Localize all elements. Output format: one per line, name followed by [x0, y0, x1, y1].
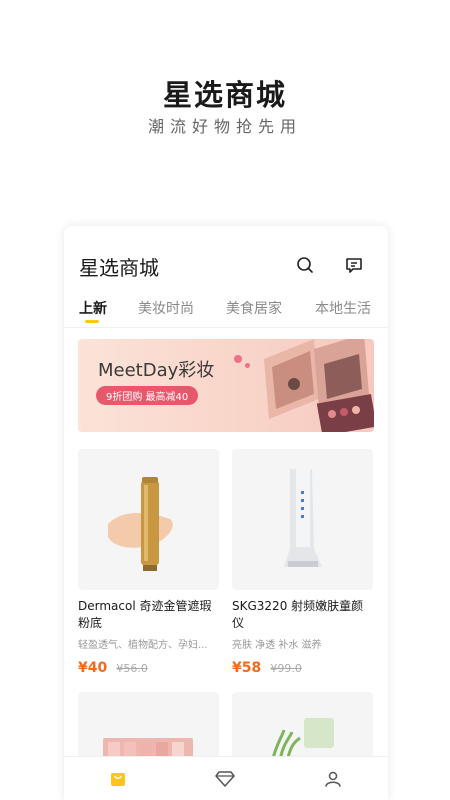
tab-local-life[interactable]: 本地生活: [315, 298, 371, 318]
tab-new[interactable]: 上新: [79, 298, 107, 318]
message-icon[interactable]: [343, 254, 365, 276]
bottom-nav: [64, 756, 388, 800]
product-card[interactable]: Dermacol 奇迹金管遮瑕粉底 轻盈透气、植物配方、孕妇... ¥40 ¥5…: [78, 449, 219, 676]
product-image: [78, 449, 219, 590]
original-price: ¥99.0: [270, 662, 302, 675]
search-icon[interactable]: [294, 254, 316, 276]
banner-brand: MeetDay彩妆: [98, 360, 215, 381]
app-title: 星选商城: [79, 256, 159, 280]
product-name: Dermacol 奇迹金管遮瑕粉底: [78, 599, 212, 630]
product-price: ¥58: [232, 660, 262, 676]
banner-decor-dot: [234, 355, 242, 363]
tab-food-home[interactable]: 美食居家: [226, 298, 282, 318]
promo-header: 星选商城 潮流好物抢先用: [0, 0, 450, 215]
product-image: [232, 449, 373, 590]
price-row: ¥58 ¥99.0: [232, 657, 373, 676]
product-card[interactable]: SKG3220 射频嫩肤童颜仪 亮肤 净透 补水 滋养 ¥58 ¥99.0: [232, 449, 373, 676]
promo-subtitle: 潮流好物抢先用: [147, 117, 302, 136]
app-screen: 星选商城 上新 美妆时尚 美食居家 本地生活 MeetDay彩妆 9折团购 最高…: [64, 226, 388, 800]
category-tabs: 上新 美妆时尚 美食居家 本地生活: [64, 298, 388, 328]
promo-banner[interactable]: MeetDay彩妆 9折团购 最高减40: [78, 339, 374, 432]
product-tags: 轻盈透气、植物配方、孕妇...: [78, 640, 208, 651]
tab-beauty-fashion[interactable]: 美妆时尚: [138, 298, 194, 318]
cosmetics-image: [264, 339, 374, 432]
price-row: ¥40 ¥56.0: [78, 657, 219, 676]
bag-icon[interactable]: [107, 768, 129, 790]
original-price: ¥56.0: [116, 662, 148, 675]
user-icon[interactable]: [322, 768, 344, 790]
promo-title: 星选商城: [154, 72, 295, 114]
product-price: ¥40: [78, 660, 108, 676]
banner-pagination: [78, 421, 374, 432]
product-tags: 亮肤 净透 补水 滋养: [232, 640, 322, 651]
active-tab-indicator: [85, 320, 99, 323]
product-name: SKG3220 射频嫩肤童颜仪: [232, 599, 364, 630]
diamond-icon[interactable]: [214, 768, 236, 790]
promo-title-text: 星选商城: [162, 78, 287, 112]
app-header: 星选商城: [64, 226, 388, 286]
banner-discount-badge: 9折团购 最高减40: [96, 386, 199, 405]
